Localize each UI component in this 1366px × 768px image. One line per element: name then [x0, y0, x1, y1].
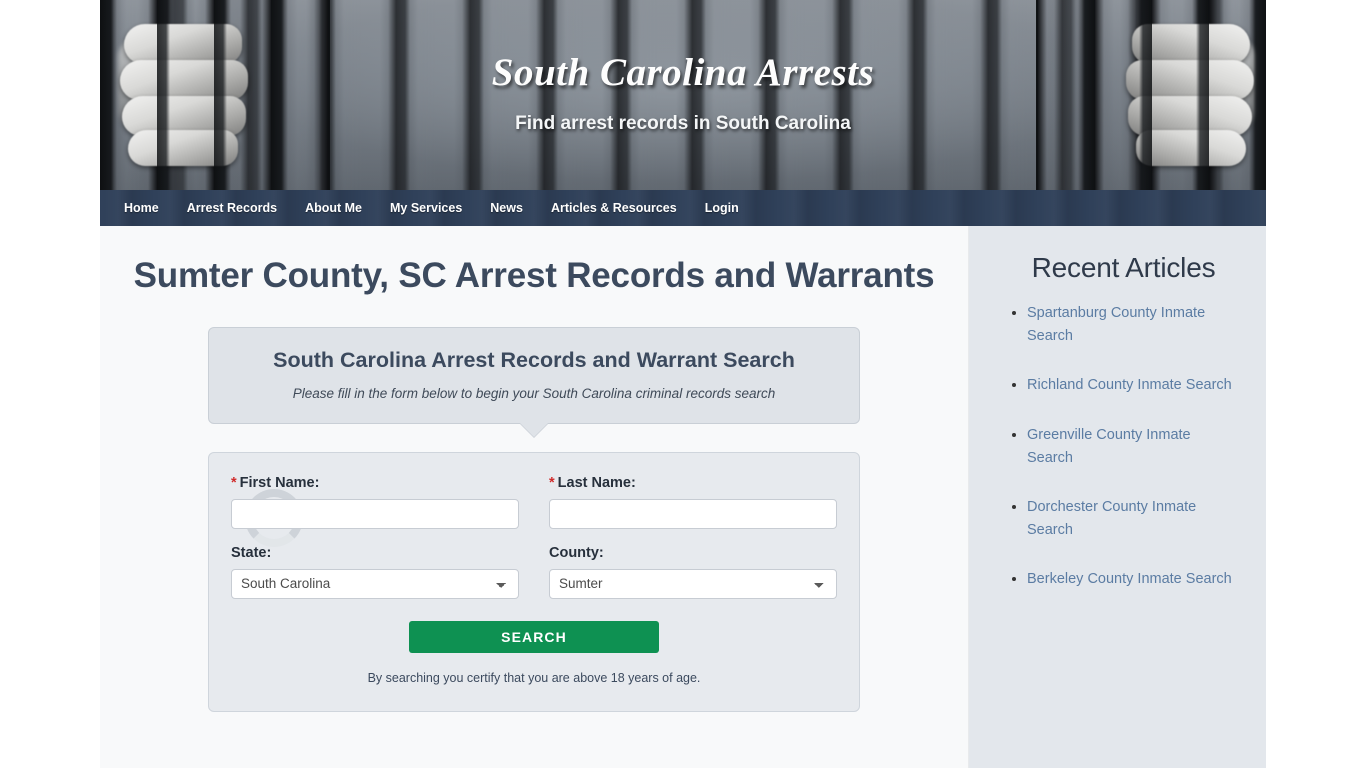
first-name-label-text: First Name: [239, 474, 320, 491]
last-name-input[interactable] [549, 498, 837, 529]
county-select[interactable]: Sumter [549, 568, 837, 599]
search-callout-box: South Carolina Arrest Records and Warran… [208, 326, 860, 438]
form-column-right: * Last Name: County: Sumter [549, 475, 837, 599]
state-label: State: [231, 544, 272, 561]
search-form-zone: South Carolina Arrest Records and Warran… [208, 326, 860, 712]
state-select[interactable]: South Carolina [231, 568, 519, 599]
form-column-left: * First Name: State: South Carolina [231, 475, 519, 599]
nav-item-my-services[interactable]: My Services [376, 190, 476, 226]
recent-articles-list: Spartanburg County Inmate Search Richlan… [1009, 302, 1238, 592]
required-marker: * [549, 474, 555, 491]
search-button[interactable]: SEARCH [409, 620, 659, 653]
sidebar-link-richland[interactable]: Richland County Inmate Search [1027, 377, 1232, 393]
sidebar: Recent Articles Spartanburg County Inmat… [968, 226, 1266, 768]
nav-item-news[interactable]: News [476, 190, 537, 226]
site-tagline: Find arrest records in South Carolina [515, 112, 851, 134]
list-item: Richland County Inmate Search [1027, 374, 1238, 397]
required-marker: * [231, 474, 237, 491]
masthead-text-block: South Carolina Arrests Find arrest recor… [100, 51, 1266, 135]
nav-item-arrest-records[interactable]: Arrest Records [173, 190, 291, 226]
state-field-group: State: South Carolina [231, 545, 519, 599]
nav-items-container: Home Arrest Records About Me My Services… [100, 190, 1266, 226]
nav-item-about-me[interactable]: About Me [291, 190, 376, 226]
submit-row: SEARCH [231, 620, 837, 653]
list-item: Berkeley County Inmate Search [1027, 568, 1238, 591]
site-title: South Carolina Arrests [491, 51, 875, 94]
list-item: Dorchester County Inmate Search [1027, 496, 1238, 542]
form-fields-grid: * First Name: State: South Carolina * La… [231, 475, 837, 599]
nav-item-login[interactable]: Login [691, 190, 753, 226]
site-container: South Carolina Arrests Find arrest recor… [100, 0, 1266, 768]
county-field-group: County: Sumter [549, 545, 837, 599]
site-masthead: South Carolina Arrests Find arrest recor… [100, 0, 1266, 190]
last-name-field-group: * Last Name: [549, 475, 837, 529]
page-title: Sumter County, SC Arrest Records and War… [133, 256, 935, 295]
callout-subtitle: Please fill in the form below to begin y… [292, 385, 776, 401]
sidebar-title: Recent Articles [1031, 252, 1216, 283]
last-name-label-text: Last Name: [557, 474, 636, 491]
first-name-field-group: * First Name: [231, 475, 519, 529]
main-content: Sumter County, SC Arrest Records and War… [100, 226, 968, 768]
sidebar-link-greenville[interactable]: Greenville County Inmate Search [1027, 427, 1191, 466]
last-name-label: * Last Name: [549, 475, 837, 491]
first-name-label: * First Name: [231, 475, 519, 491]
page-root: South Carolina Arrests Find arrest recor… [0, 0, 1366, 768]
first-name-input[interactable] [231, 498, 519, 529]
list-item: Greenville County Inmate Search [1027, 424, 1238, 470]
sidebar-link-spartanburg[interactable]: Spartanburg County Inmate Search [1027, 305, 1205, 344]
body-wrapper: Sumter County, SC Arrest Records and War… [100, 226, 1266, 768]
sidebar-link-dorchester[interactable]: Dorchester County Inmate Search [1027, 499, 1196, 538]
sidebar-link-berkeley[interactable]: Berkeley County Inmate Search [1027, 571, 1232, 587]
nav-item-articles-resources[interactable]: Articles & Resources [537, 190, 691, 226]
list-item: Spartanburg County Inmate Search [1027, 302, 1238, 348]
nav-item-home[interactable]: Home [110, 190, 173, 226]
callout-title: South Carolina Arrest Records and Warran… [273, 347, 795, 372]
county-label: County: [549, 544, 604, 561]
age-certification-text: By searching you certify that you are ab… [367, 670, 701, 685]
main-navigation: Home Arrest Records About Me My Services… [100, 190, 1266, 226]
search-form-box: * First Name: State: South Carolina * La… [208, 451, 860, 712]
